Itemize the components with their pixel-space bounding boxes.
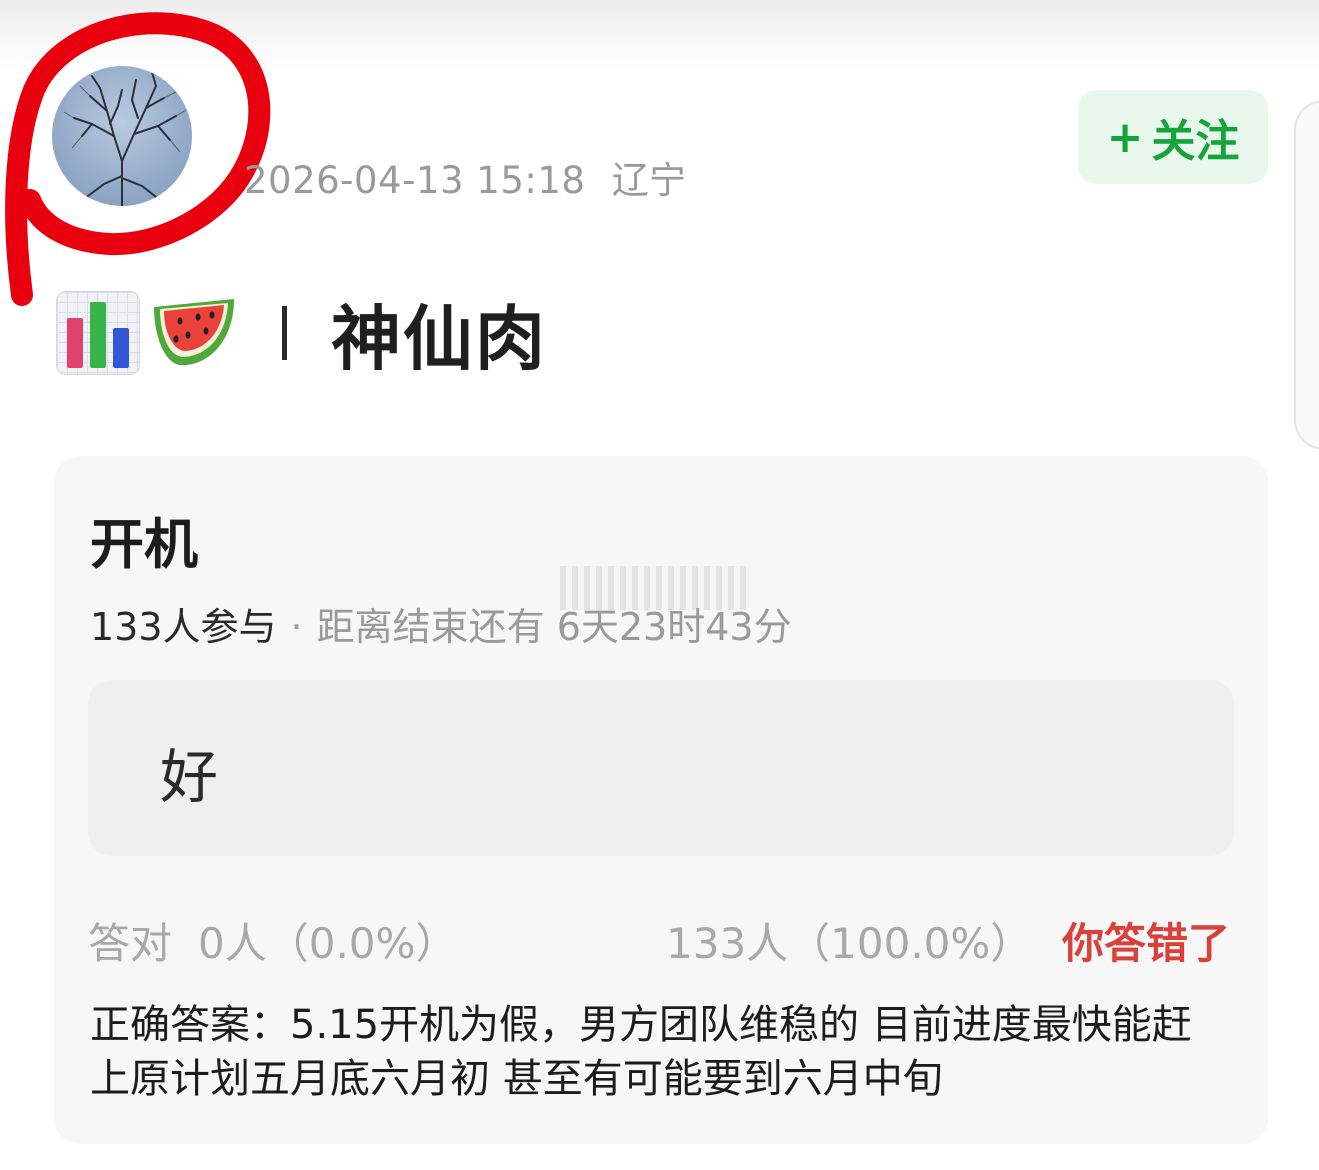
correct-answer-text: 正确答案：5.15开机为假，男方团队维稳的 目前进度最快能赶上原计划五月底六月初…: [90, 1002, 1192, 1102]
wrong-badge: 你答错了: [1061, 919, 1230, 968]
post-meta: 2026-04-13 15:18 辽宁: [244, 150, 687, 204]
follow-label: 关注: [1151, 116, 1240, 167]
avatar[interactable]: [52, 66, 192, 206]
follow-button[interactable]: + 关注: [1078, 90, 1268, 184]
plus-icon: +: [1106, 111, 1144, 163]
post-location: 辽宁: [611, 159, 687, 202]
correct-stat: 0人（0.0%）: [198, 919, 458, 968]
side-panel-edge: [1294, 100, 1319, 450]
stats-separator: ·: [290, 605, 303, 649]
quiz-option-label: 好: [160, 743, 219, 811]
quiz-title: 开机: [90, 513, 198, 576]
watermelon-icon: [154, 299, 234, 366]
bar-chart-icon: [56, 291, 140, 375]
time-remaining: 距离结束还有 6天23时43分: [316, 605, 792, 649]
post-title: 神仙肉: [331, 297, 547, 380]
title-separator: [282, 306, 287, 360]
post-title-line: 神仙肉: [56, 288, 547, 380]
tree-photo: [63, 71, 187, 206]
quiz-option[interactable]: 好: [88, 680, 1234, 856]
correct-label: 答对: [88, 919, 173, 968]
quiz-stats: 133人参与 · 距离结束还有 6天23时43分: [90, 596, 792, 651]
post-timestamp: 2026-04-13 15:18: [244, 159, 586, 202]
correct-result: 答对 0人（0.0%）: [88, 910, 457, 971]
participant-count: 133人参与: [90, 605, 277, 649]
wrong-stat: 133人（100.0%）: [666, 919, 1033, 968]
top-fade: [0, 0, 1319, 70]
